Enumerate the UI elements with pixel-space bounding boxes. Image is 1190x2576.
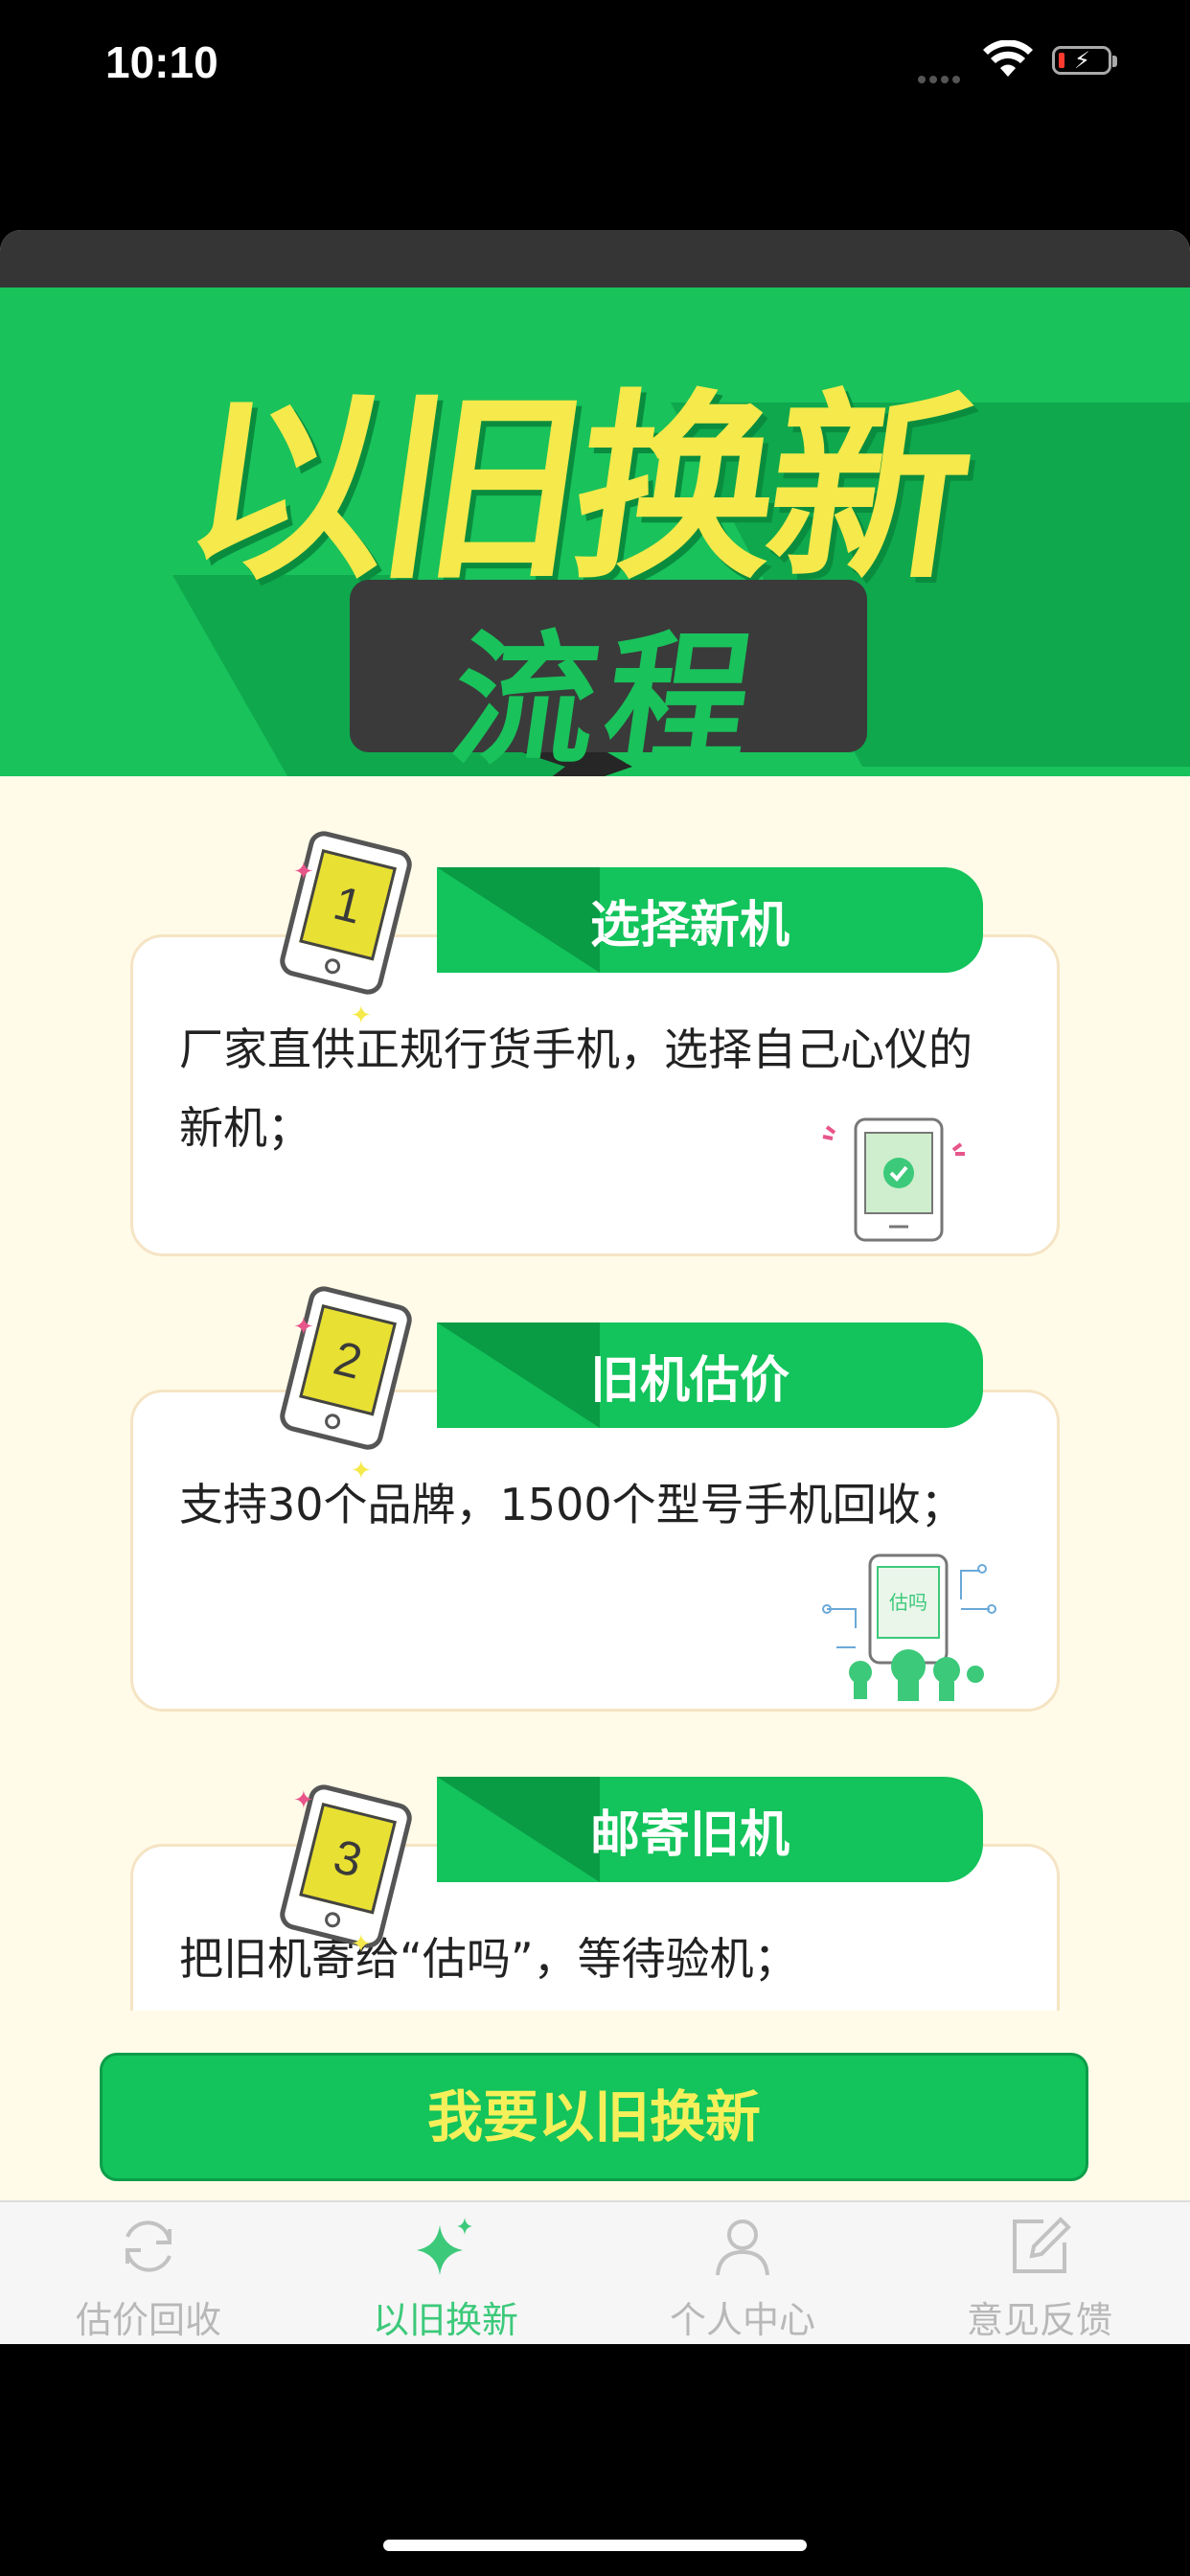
step-header: 旧机估价	[437, 1322, 983, 1428]
tab-label: 个人中心	[669, 2299, 815, 2341]
step-title: 旧机估价	[590, 1352, 790, 1410]
step-number: 3	[299, 1803, 397, 1915]
step-description: 支持30个品牌，1500个型号手机回收；	[179, 1479, 965, 1530]
appraisal-icon-label: 估吗	[889, 1591, 927, 1614]
tab-feedback[interactable]: 意见反馈	[891, 2202, 1188, 2344]
battery-icon: ⚡	[1052, 46, 1117, 75]
app-screen: 以旧换新 流程 厂家直供正规行货手机，选择自己心仪的新机； 选择新机 1 ✦ ✦…	[0, 230, 1190, 2344]
sparkle-yellow-icon: ✦	[351, 1001, 372, 1030]
user-icon	[716, 2220, 769, 2276]
phone-check-icon	[822, 1117, 965, 1242]
process-banner: 以旧换新 流程	[0, 288, 1190, 776]
edit-icon	[1013, 2217, 1071, 2273]
wifi-icon	[983, 40, 1033, 77]
sparkle-yellow-icon: ✦	[351, 1457, 372, 1485]
appraisal-people-icon: 估吗	[822, 1553, 996, 1701]
home-indicator[interactable]	[383, 2540, 807, 2551]
step-header: 选择新机	[437, 867, 983, 973]
status-time: 10:10	[105, 37, 218, 87]
tab-label: 估价回收	[75, 2299, 221, 2341]
status-bar: 10:10 ⚡	[0, 0, 1190, 134]
tab-label: 意见反馈	[966, 2299, 1112, 2341]
step-title: 选择新机	[590, 897, 790, 954]
sparkle-pink-icon: ✦	[293, 1786, 314, 1815]
tab-label: 以旧换新	[372, 2299, 518, 2341]
sparkle-icon	[417, 2218, 472, 2275]
banner-subtitle: 流程	[442, 620, 772, 776]
cellular-signal-icon	[918, 69, 964, 87]
step-card: 厂家直供正规行货手机，选择自己心仪的新机；	[130, 934, 1060, 1256]
tab-bar: 估价回收 以旧换新 个人中心 意见反馈	[0, 2200, 1190, 2344]
tab-estimate-recycle[interactable]: 估价回收	[0, 2202, 297, 2344]
step-card: 支持30个品牌，1500个型号手机回收； 估吗	[130, 1390, 1060, 1712]
sparkle-pink-icon: ✦	[293, 858, 314, 886]
nav-bar	[0, 230, 1190, 288]
sparkle-pink-icon: ✦	[293, 1313, 314, 1342]
step-title: 邮寄旧机	[590, 1806, 790, 1864]
tab-trade-in[interactable]: 以旧换新	[297, 2202, 594, 2344]
step-header: 邮寄旧机	[437, 1777, 983, 1882]
sparkle-yellow-icon: ✦	[351, 1930, 372, 1959]
banner-title: 以旧换新	[172, 377, 979, 602]
refresh-icon	[126, 2220, 172, 2272]
trade-in-button[interactable]: 我要以旧换新	[100, 2053, 1088, 2181]
tab-profile[interactable]: 个人中心	[594, 2202, 891, 2344]
